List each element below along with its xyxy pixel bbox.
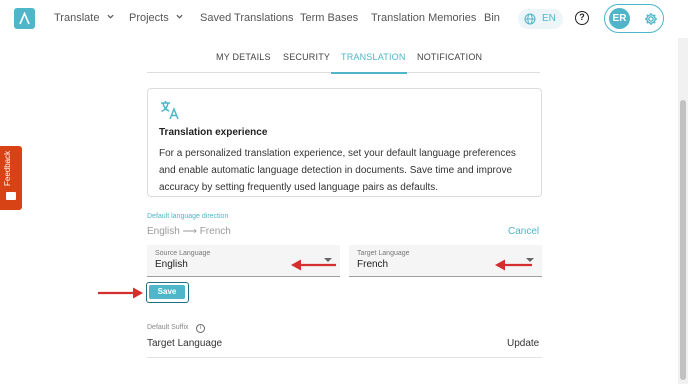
target-language-value: French [357, 259, 389, 270]
default-direction-label: Default language direction [147, 213, 229, 220]
logo-icon[interactable] [14, 8, 35, 29]
info-icon[interactable]: i [196, 324, 205, 333]
user-menu[interactable]: ER [604, 4, 664, 33]
feedback-label: Feedback [3, 150, 12, 186]
target-language-label: Target Language [357, 250, 410, 257]
save-button-focus-ring: Save [146, 282, 189, 303]
default-direction-value: English ⟶ French [147, 226, 231, 237]
card-title: Translation experience [159, 127, 268, 138]
annotation-arrow-save [98, 287, 143, 299]
translate-icon [161, 101, 179, 120]
nav-translate-label: Translate [54, 12, 100, 24]
cancel-button[interactable]: Cancel [508, 226, 539, 237]
help-icon[interactable]: ? [575, 11, 589, 25]
active-tab-indicator [331, 72, 407, 74]
language-code: EN [542, 13, 556, 24]
nav-bin[interactable]: Bin [484, 12, 500, 24]
update-button[interactable]: Update [507, 338, 539, 349]
top-navigation-bar: Translate Projects Saved Translations Te… [0, 0, 688, 38]
feedback-tab[interactable]: Feedback [0, 146, 22, 210]
feedback-icon [6, 192, 16, 200]
annotation-arrow-source [291, 259, 336, 271]
gear-icon[interactable] [644, 12, 658, 26]
nav-translate[interactable]: Translate [54, 12, 114, 24]
tab-my-details[interactable]: MY DETAILS [216, 52, 271, 62]
annotation-arrow-target [495, 259, 532, 271]
source-language-label: Source Language [155, 250, 211, 257]
avatar[interactable]: ER [609, 8, 630, 29]
nav-projects-label: Projects [129, 12, 169, 24]
nav-translation-memories[interactable]: Translation Memories [371, 12, 476, 24]
card-description: For a personalized translation experienc… [159, 148, 516, 193]
language-selector[interactable]: EN [518, 9, 563, 29]
tab-translation[interactable]: TRANSLATION [341, 52, 406, 62]
nav-projects[interactable]: Projects [129, 12, 183, 24]
default-suffix-value: Target Language [147, 338, 223, 349]
divider [147, 357, 542, 358]
default-suffix-label: Default Suffix [147, 324, 189, 331]
globe-icon [524, 13, 536, 25]
save-button[interactable]: Save [149, 285, 185, 299]
translation-info-card: Translation experience For a personalize… [147, 88, 542, 197]
source-language-value: English [155, 259, 188, 270]
scrollbar[interactable] [678, 38, 688, 384]
tab-notification[interactable]: NOTIFICATION [417, 52, 482, 62]
chevron-down-icon [106, 14, 114, 19]
scrollbar-thumb[interactable] [680, 100, 686, 380]
nav-saved-translations[interactable]: Saved Translations [200, 12, 294, 24]
settings-tabs: MY DETAILS SECURITY TRANSLATION NOTIFICA… [147, 38, 540, 73]
chevron-down-icon [176, 14, 183, 19]
nav-term-bases[interactable]: Term Bases [300, 12, 358, 24]
tab-security[interactable]: SECURITY [283, 52, 330, 62]
